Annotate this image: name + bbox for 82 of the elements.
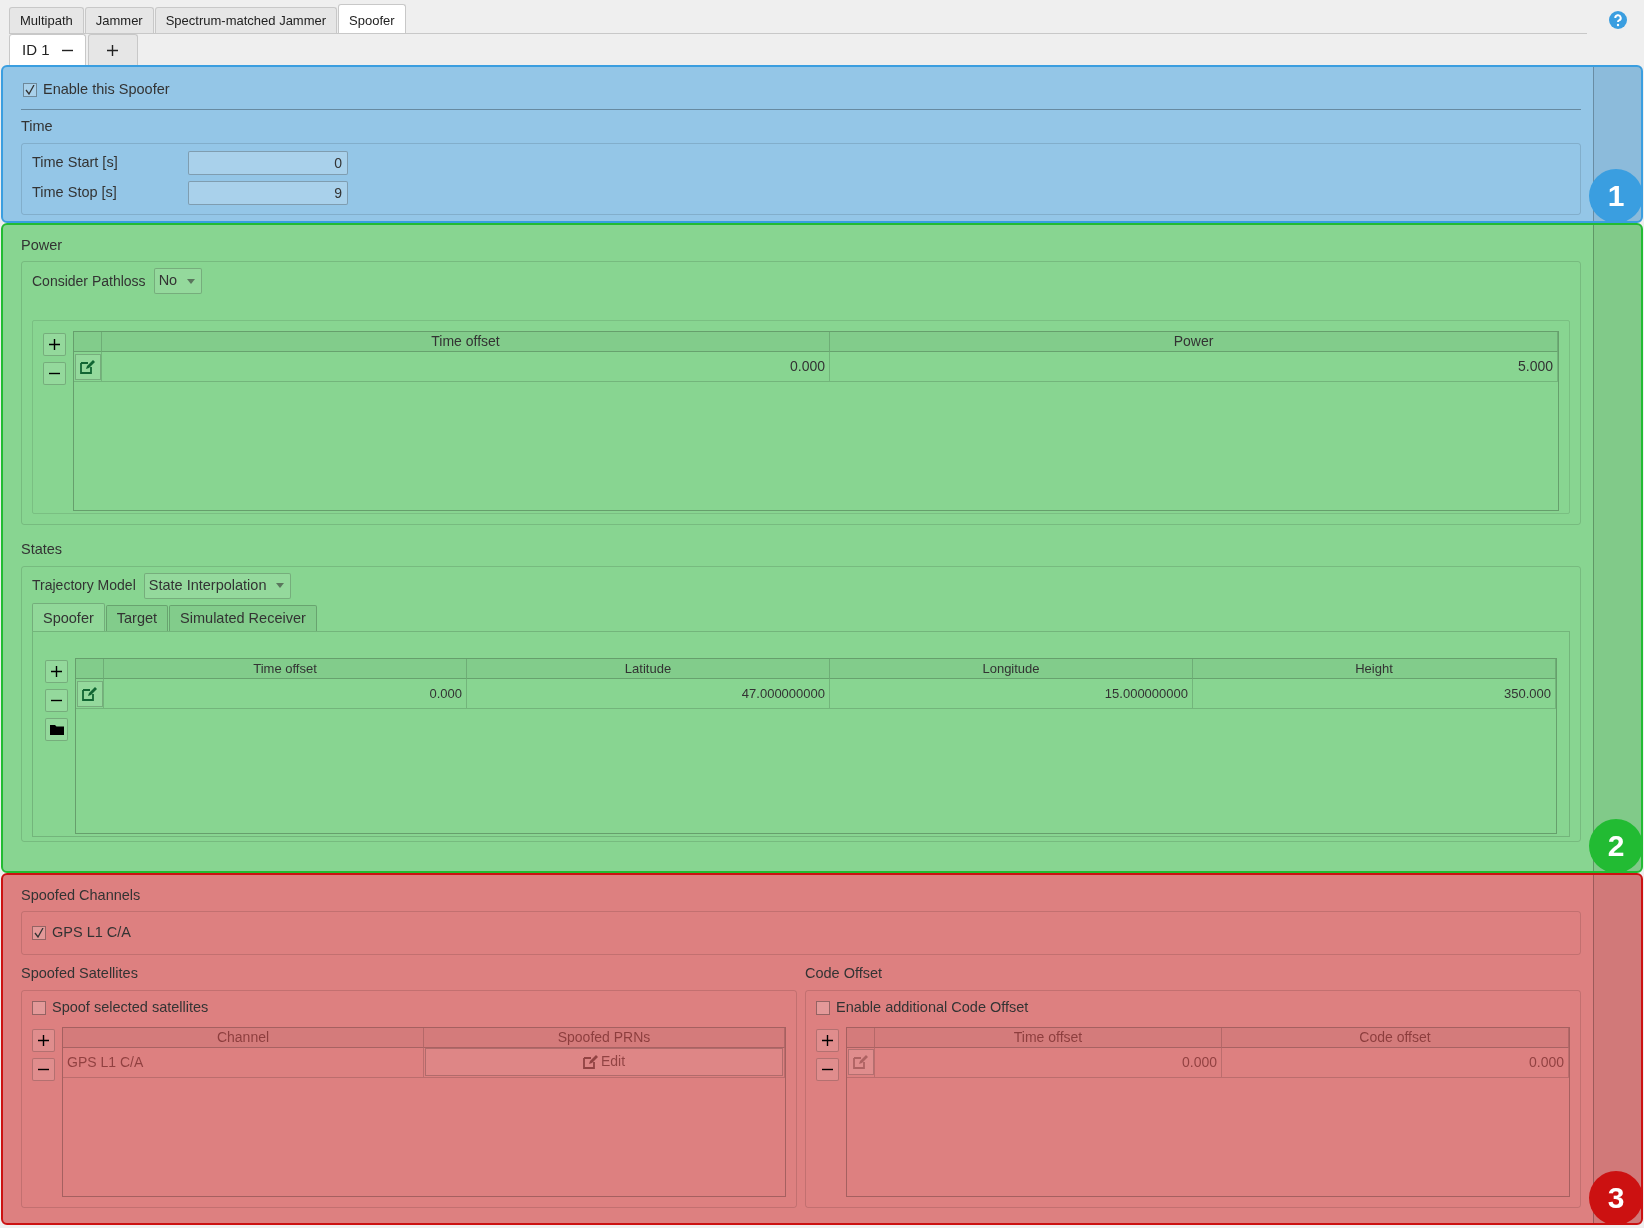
group-title: Time <box>21 116 54 136</box>
minus-icon <box>38 1067 49 1071</box>
field-label: Time Stop [s] <box>32 182 118 202</box>
tab[interactable]: Spectrum-matched Jammer <box>154 6 338 33</box>
checkmark-icon <box>34 928 44 939</box>
caret-icon <box>276 583 285 589</box>
minus-icon <box>822 1067 833 1071</box>
checkmark-icon <box>25 84 35 95</box>
column-header: Height <box>1193 659 1556 680</box>
number-badge: 1 <box>1589 168 1643 223</box>
table-cell: 15.000000000 <box>830 679 1193 710</box>
corner-cell <box>847 1027 875 1048</box>
group-title: Power <box>21 235 64 255</box>
column-header: Power <box>830 332 1558 352</box>
table-cell: 0.000 <box>1222 1047 1569 1078</box>
remove-button[interactable] <box>43 362 66 385</box>
edit-button[interactable] <box>76 680 103 707</box>
plus-icon <box>51 666 62 678</box>
group-title: Code Offset <box>805 964 884 983</box>
column-header: Time offset <box>875 1027 1222 1048</box>
tab[interactable]: Simulated Receiver <box>169 604 317 632</box>
tab[interactable]: Spoofer <box>338 3 406 33</box>
table-cell: GPS L1 C/A <box>63 1047 424 1078</box>
checkbox[interactable] <box>32 1000 46 1015</box>
tab[interactable]: Target <box>105 604 169 632</box>
field-label: Time Start [s] <box>32 152 119 172</box>
plus-icon <box>822 1034 833 1046</box>
checkbox-label: GPS L1 C/A <box>52 923 131 943</box>
edit-icon <box>582 1054 598 1069</box>
edit-icon <box>853 1055 868 1069</box>
add-button[interactable] <box>43 333 66 356</box>
table-cell: 0.000 <box>102 352 830 382</box>
field-label: Consider Pathloss <box>32 271 146 291</box>
caret-icon <box>187 278 196 284</box>
corner-cell <box>76 659 104 680</box>
tab[interactable]: ID 1 <box>9 34 86 65</box>
tab[interactable]: Spoofer <box>32 602 105 632</box>
tab[interactable]: Multipath <box>9 6 84 33</box>
group-title: Spoofed Satellites <box>21 964 139 983</box>
column-header: Time offset <box>102 332 830 352</box>
plus-icon <box>49 339 60 350</box>
checkbox-label: Enable this Spoofer <box>43 80 170 99</box>
edit-icon <box>80 359 95 374</box>
group-title: Spoofed Channels <box>21 885 142 905</box>
group-title: States <box>21 540 64 559</box>
plus-icon <box>107 44 118 56</box>
column-header: Code offset <box>1222 1027 1569 1048</box>
table-cell: 5.000 <box>830 352 1558 382</box>
open-button[interactable] <box>45 718 68 742</box>
table-cell: 0.000 <box>875 1047 1222 1078</box>
checkbox-label: Enable additional Code Offset <box>836 997 1029 1017</box>
table-cell: 0.000 <box>104 679 467 710</box>
minus-icon <box>51 699 62 703</box>
checkbox[interactable] <box>23 82 37 97</box>
table-cell: 350.000 <box>1193 679 1556 710</box>
add-button[interactable] <box>816 1028 839 1052</box>
field-label: Trajectory Model <box>32 576 136 596</box>
checkbox-label: Spoof selected satellites <box>52 997 209 1017</box>
dropdown[interactable]: State Interpolation <box>143 572 292 599</box>
tab[interactable]: Jammer <box>84 6 154 33</box>
column-header: Latitude <box>467 659 830 680</box>
plus-icon <box>38 1034 49 1046</box>
column-header: Channel <box>63 1027 424 1048</box>
tab-label[interactable]: ID 1 <box>22 38 50 62</box>
corner-cell <box>74 332 102 352</box>
help-icon <box>1609 10 1627 29</box>
column-header: Spoofed PRNs <box>424 1027 785 1048</box>
add-button[interactable] <box>45 660 68 684</box>
checkbox[interactable] <box>32 926 46 941</box>
minus-icon <box>49 372 60 375</box>
column-header: Time offset <box>104 659 467 680</box>
minus-icon <box>61 48 73 52</box>
folder-icon <box>49 724 64 736</box>
dropdown[interactable]: No <box>153 268 203 294</box>
table-cell: 47.000000000 <box>467 679 830 710</box>
edit-button[interactable] <box>74 353 101 380</box>
number-badge: 2 <box>1589 818 1643 873</box>
column-header: Longitude <box>830 659 1193 680</box>
edit-icon <box>82 686 97 701</box>
number-badge: 3 <box>1589 1170 1643 1225</box>
add-button[interactable] <box>32 1028 55 1052</box>
checkbox[interactable] <box>816 1000 830 1015</box>
